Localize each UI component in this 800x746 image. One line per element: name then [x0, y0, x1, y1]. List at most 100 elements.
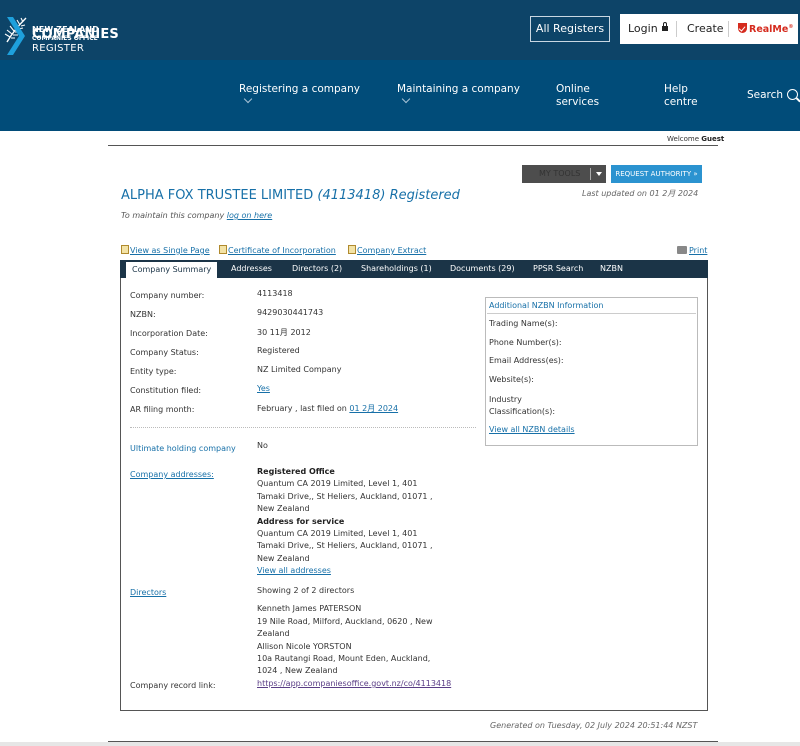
directors-link[interactable]: Directors: [130, 588, 166, 597]
login-separator: [676, 21, 677, 37]
ar-filing-value: February , last filed on 01 2月 2024: [257, 403, 398, 414]
certificate-icon: [219, 245, 227, 254]
nav-online-services[interactable]: Online services: [556, 83, 599, 109]
company-number-paren: (4113418): [317, 188, 386, 203]
entity-type-label: Entity type:: [130, 367, 177, 376]
company-number-label: Company number:: [130, 291, 205, 300]
tab-nzbn[interactable]: NZBN: [600, 264, 623, 273]
websites-label: Website(s):: [489, 375, 534, 384]
ultimate-holding-label[interactable]: Ultimate holding company: [130, 444, 236, 453]
certificate-label: Certificate of Incorporation: [228, 246, 336, 255]
director-1-address-1: 19 Nile Road, Milford, Auckland, 0620 , …: [257, 616, 433, 626]
email-addresses-label: Email Address(es):: [489, 356, 564, 365]
realme-shield-icon: [738, 23, 747, 33]
log-on-link[interactable]: log on here: [227, 211, 272, 220]
page-title: ALPHA FOX TRUSTEE LIMITED (4113418) Regi…: [121, 188, 460, 203]
lock-icon: [661, 22, 668, 31]
realme-registered-mark: ®: [788, 23, 794, 30]
welcome-user: Guest: [701, 135, 725, 143]
create-link[interactable]: Create: [687, 22, 724, 35]
company-status-label: Company Status:: [130, 348, 199, 357]
all-registers-button[interactable]: All Registers: [530, 16, 610, 42]
registered-office-line-3: New Zealand: [257, 504, 310, 514]
nav-help-line-1: Help: [664, 83, 688, 95]
company-extract-label: Company Extract: [357, 246, 427, 255]
director-1-address-2: Zealand: [257, 629, 290, 639]
footer-band: [0, 742, 800, 746]
maintain-note: To maintain this company log on here: [121, 211, 272, 220]
tab-documents[interactable]: Documents (29): [450, 264, 515, 273]
nav-help-centre[interactable]: Help centre: [664, 83, 698, 109]
ar-filing-date-link[interactable]: 01 2月 2024: [349, 404, 398, 413]
company-name: ALPHA FOX TRUSTEE LIMITED: [121, 188, 314, 203]
create-separator: [728, 21, 729, 37]
login-link[interactable]: Login: [628, 22, 668, 35]
ar-filing-text: February , last filed on: [257, 404, 347, 413]
realme-link[interactable]: RealMe®: [738, 23, 793, 35]
directors-showing: Showing 2 of 2 directors: [257, 586, 355, 595]
trading-names-label: Trading Name(s):: [489, 319, 558, 328]
welcome-prefix: Welcome: [667, 135, 700, 143]
print-link[interactable]: Print: [677, 246, 707, 255]
view-single-page-label: View as Single Page: [130, 246, 210, 255]
search-icon[interactable]: [787, 89, 798, 100]
tab-bar: Company Summary Addresses Directors (2) …: [120, 260, 708, 278]
industry-line-2: Classification(s):: [489, 407, 556, 417]
nzbn-value: 9429030441743: [257, 308, 324, 317]
generated-timestamp: Generated on Tuesday, 02 July 2024 20:51…: [490, 721, 698, 730]
page-icon: [121, 245, 129, 254]
request-authority-button[interactable]: REQUEST AUTHORITY »: [611, 165, 702, 183]
welcome-text: Welcome Guest: [667, 135, 724, 143]
company-addresses-link[interactable]: Company addresses:: [130, 470, 214, 479]
register-subtitle: REGISTER: [32, 43, 85, 54]
section-divider: [130, 427, 476, 428]
incorporation-label: Incorporation Date:: [130, 329, 208, 338]
print-label: Print: [689, 246, 708, 255]
view-all-addresses-link[interactable]: View all addresses: [257, 566, 331, 575]
incorporation-value: 30 11月 2012: [257, 328, 311, 337]
registered-office-block: Registered Office Quantum CA 2019 Limite…: [257, 466, 447, 578]
tab-shareholdings[interactable]: Shareholdings (1): [361, 264, 432, 273]
entity-type-value: NZ Limited Company: [257, 365, 342, 374]
my-tools-label: MY TOOLS: [539, 169, 581, 178]
company-status-value: Registered: [257, 346, 300, 355]
my-tools-button[interactable]: MY TOOLS: [522, 165, 606, 183]
service-address-line-1: Quantum CA 2019 Limited, Level 1, 401: [257, 529, 418, 539]
nav-online-line-2: services: [556, 96, 600, 108]
tab-addresses[interactable]: Addresses: [231, 264, 272, 273]
directors-block: Showing 2 of 2 directors Kenneth James P…: [257, 585, 447, 678]
constitution-link[interactable]: Yes: [257, 384, 270, 393]
nzbn-info-divider: [487, 313, 696, 314]
nav-online-line-1: Online: [556, 83, 590, 95]
view-single-page-link[interactable]: View as Single Page: [121, 245, 210, 255]
nav-search[interactable]: Search: [747, 89, 783, 102]
company-record-link[interactable]: https://app.companiesoffice.govt.nz/co/4…: [257, 679, 451, 688]
certificate-link[interactable]: Certificate of Incorporation: [219, 245, 336, 255]
industry-line-1: Industry: [489, 395, 522, 404]
companies-register-chevron-icon: [7, 17, 25, 55]
tab-directors[interactable]: Directors (2): [292, 264, 342, 273]
constitution-label: Constitution filed:: [130, 386, 202, 395]
ultimate-holding-value: No: [257, 441, 268, 450]
registered-office-line-2: Tamaki Drive,, St Heliers, Auckland, 010…: [257, 491, 433, 501]
phone-numbers-label: Phone Number(s):: [489, 338, 562, 347]
tab-company-summary[interactable]: Company Summary: [126, 262, 218, 278]
tab-ppsr-search[interactable]: PPSR Search: [533, 264, 583, 273]
header-divider: [108, 145, 718, 146]
login-box: Login Create RealMe®: [620, 14, 798, 44]
company-extract-link[interactable]: Company Extract: [348, 245, 426, 255]
registered-office-line-1: Quantum CA 2019 Limited, Level 1, 401: [257, 479, 418, 489]
director-1-name: Kenneth James PATERSON: [257, 604, 362, 614]
nzbn-label: NZBN:: [130, 310, 156, 319]
nav-maintaining-a-company[interactable]: Maintaining a company: [397, 83, 520, 96]
login-label: Login: [628, 22, 658, 35]
service-address-line-3: New Zealand: [257, 553, 310, 563]
printer-icon: [677, 246, 687, 254]
nav-help-line-2: centre: [664, 96, 698, 108]
view-all-nzbn-link[interactable]: View all NZBN details: [489, 425, 575, 434]
director-2-name: Allison Nicole YORSTON: [257, 641, 352, 651]
nav-registering-a-company[interactable]: Registering a company: [239, 83, 360, 96]
address-for-service-title: Address for service: [257, 516, 345, 526]
register-title[interactable]: COMPANIES: [32, 27, 119, 42]
nzbn-info-title: Additional NZBN Information: [489, 301, 604, 310]
